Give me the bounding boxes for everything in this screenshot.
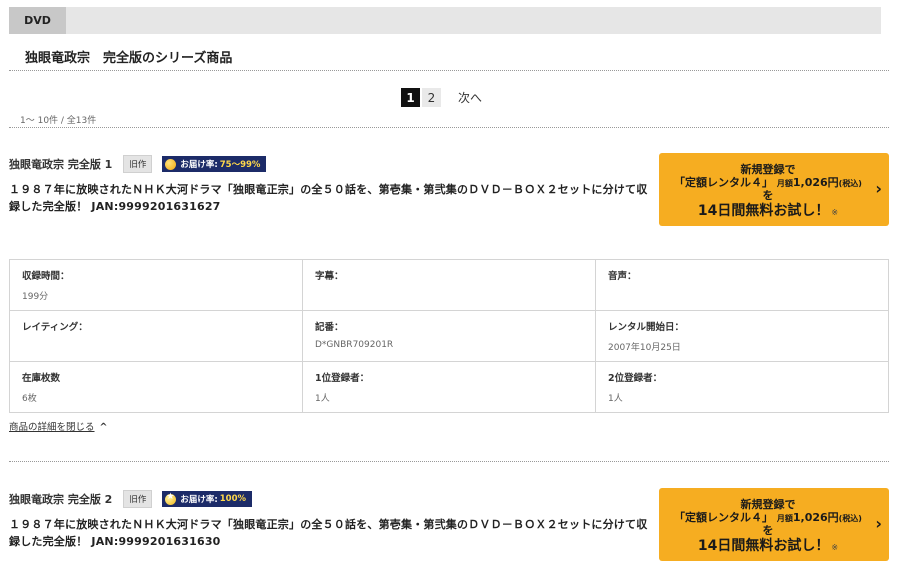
spec-cell: 在庫枚数 6枚 (9, 361, 303, 413)
spec-cell: 音声： (595, 259, 889, 311)
product-title[interactable]: 独眼竜政宗 完全版 2 (9, 491, 112, 507)
cta-line4: 14日間無料お試し！ ※ (697, 538, 839, 554)
table-row: レイティング： 記番： D*GNBR709201R レンタル開始日： 2007年10… (9, 310, 889, 362)
spec-cell: 記番： D*GNBR709201R (302, 310, 596, 362)
delivery-rate-label: お届け率: (180, 160, 218, 170)
divider (9, 461, 889, 462)
star-icon (165, 492, 177, 505)
table-row: 収録時間： 199分 字幕： 音声： (9, 259, 889, 311)
divider (9, 127, 889, 128)
delivery-rate-badge: お届け率: 75～99% (162, 156, 267, 172)
old-release-badge: 旧作 (123, 490, 153, 508)
table-row: 在庫枚数 6枚 1位登録者： 1人 2位登録者： 1人 (9, 361, 889, 413)
delivery-rate-label: お届け率: (180, 495, 218, 505)
chevron-up-icon: ^ (99, 422, 108, 433)
spec-cell: レンタル開始日： 2007年10月25日 (595, 310, 889, 362)
pagination: 1 2 次へ (0, 88, 900, 108)
free-trial-button[interactable]: 新規登録で 「定額レンタル４」 月額1,026円(税込) を 14日間無料お試し… (659, 488, 889, 561)
spec-cell: 収録時間： 199分 (9, 259, 303, 311)
product-title[interactable]: 独眼竜政宗 完全版 1 (9, 156, 112, 172)
spec-cell: 字幕： (302, 259, 596, 311)
free-trial-button[interactable]: 新規登録で 「定額レンタル４」 月額1,026円(税込) を 14日間無料お試し… (659, 153, 889, 226)
spec-cell: レイティング： (9, 310, 303, 362)
close-details-link[interactable]: 商品の詳細を閉じる ^ (9, 419, 107, 433)
chevron-right-icon: › (875, 514, 882, 533)
chevron-right-icon: › (875, 179, 882, 198)
spec-cell: 2位登録者： 1人 (595, 361, 889, 413)
result-count: 1～ 10件 / 全13件 (20, 116, 97, 126)
page-1-button[interactable]: 1 (401, 88, 420, 107)
delivery-rate-value: 100% (219, 494, 246, 504)
old-release-badge: 旧作 (123, 155, 153, 173)
page-2-button[interactable]: 2 (422, 88, 441, 107)
coin-icon (165, 158, 177, 170)
page-title: 独眼竜政宗 完全版のシリーズ商品 (25, 51, 233, 66)
product-description: １９８７年に放映されたＮＨＫ大河ドラマ「独眼竜正宗」の全５０話を、第壱集・第弐集… (9, 183, 648, 213)
cta-line4: 14日間無料お試し！ ※ (697, 203, 839, 219)
close-details-label: 商品の詳細を閉じる (9, 422, 95, 433)
delivery-rate-badge: お届け率: 100% (162, 491, 252, 507)
divider (9, 70, 889, 71)
next-page-link[interactable]: 次へ (452, 88, 488, 107)
tab-bar: DVD (9, 7, 881, 34)
spec-cell: 1位登録者： 1人 (302, 361, 596, 413)
product-header: 独眼竜政宗 完全版 2 旧作 お届け率: 100% (9, 490, 252, 508)
delivery-rate-value: 75～99% (219, 160, 261, 170)
product-description: １９８７年に放映されたＮＨＫ大河ドラマ「独眼竜正宗」の全５０話を、第壱集・第弐集… (9, 518, 648, 548)
product-header: 独眼竜政宗 完全版 1 旧作 お届け率: 75～99% (9, 155, 267, 173)
product-spec-table: 収録時間： 199分 字幕： 音声： レイティング： 記番： D*GNBR70920… (9, 259, 889, 413)
tab-dvd[interactable]: DVD (9, 7, 66, 34)
